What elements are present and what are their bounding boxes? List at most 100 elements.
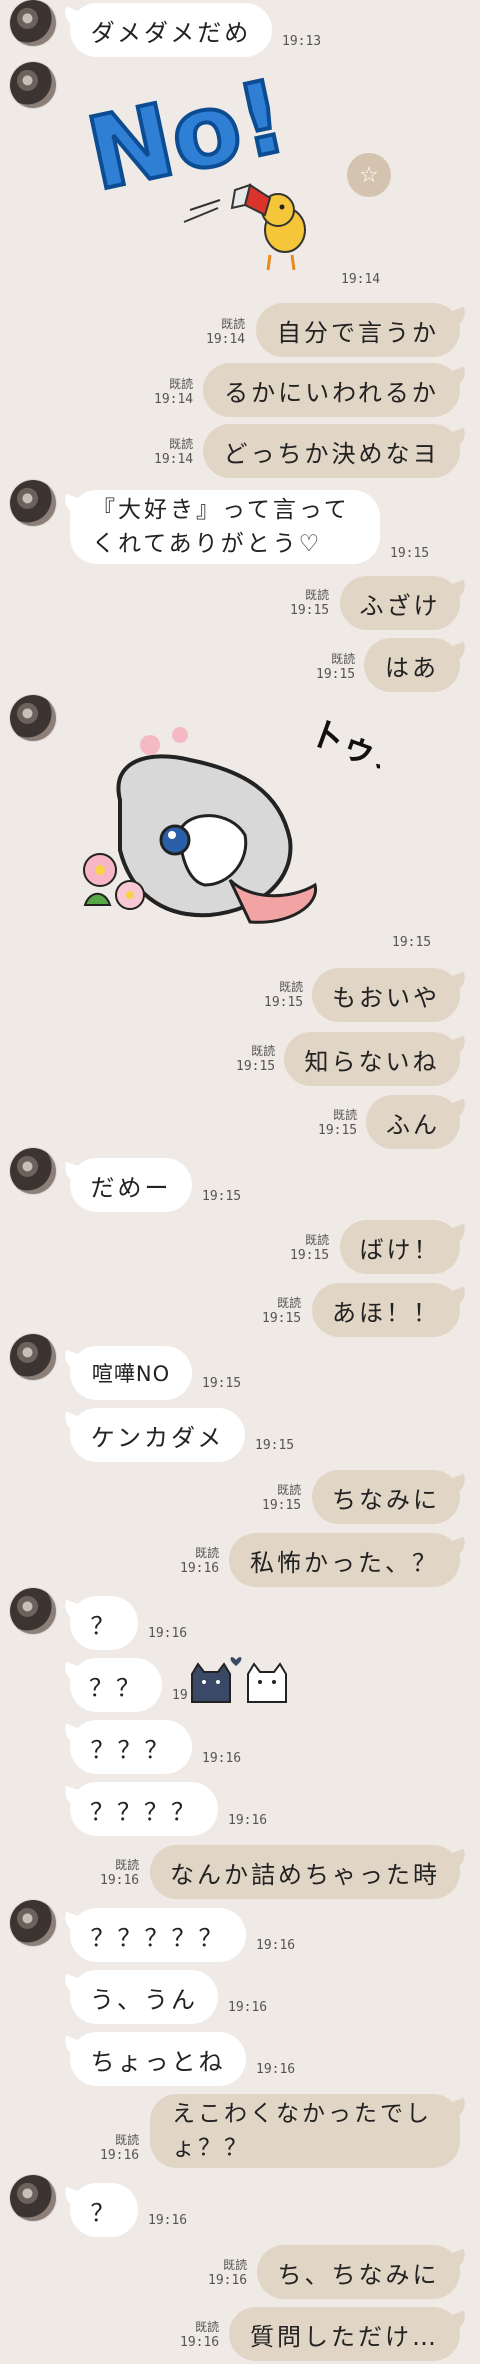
read-receipt: 既読 bbox=[221, 317, 246, 331]
message-text: ？？？ bbox=[90, 1735, 172, 1764]
message-bubble-outgoing[interactable]: どっちか決めなヨ bbox=[203, 424, 460, 478]
message-time: 19:16 bbox=[228, 2000, 268, 2015]
message-bubble-incoming[interactable]: ？？ bbox=[70, 1658, 162, 1712]
message-text: ち、ちなみに bbox=[277, 2260, 440, 2289]
message-bubble-incoming[interactable]: ちょっとね bbox=[70, 2032, 246, 2086]
message-text: 喧嘩NO bbox=[91, 1362, 171, 1386]
avatar[interactable] bbox=[10, 0, 56, 46]
star-icon: ☆ bbox=[359, 162, 379, 188]
read-receipt: 既読 bbox=[115, 1858, 140, 1872]
message-meta: 既読 19:15 bbox=[318, 1108, 357, 1138]
read-receipt: 既読 bbox=[277, 1296, 302, 1310]
message-meta: 既読 19:14 bbox=[154, 377, 193, 407]
message-time: 19:13 bbox=[282, 34, 322, 49]
read-receipt: 既読 bbox=[251, 1044, 276, 1058]
read-receipt: 既読 bbox=[333, 1108, 358, 1122]
shark-icon bbox=[116, 754, 317, 924]
message-time: 19:15 bbox=[316, 667, 356, 682]
message-time: 19:15 bbox=[290, 603, 330, 618]
message-time: 19:15 bbox=[392, 935, 432, 950]
message-bubble-incoming[interactable]: う、うん bbox=[70, 1970, 218, 2024]
message-time: 19:15 bbox=[236, 1059, 276, 1074]
message-text: ？？ bbox=[89, 1673, 143, 1702]
message-meta: 既読 19:15 bbox=[236, 1044, 275, 1074]
message-text: ？ bbox=[90, 2198, 118, 2227]
message-meta: 既読 19:15 bbox=[262, 1483, 301, 1513]
message-time: 19:15 bbox=[264, 995, 304, 1010]
avatar[interactable] bbox=[10, 62, 56, 108]
message-meta: 既読 19:15 bbox=[264, 980, 303, 1010]
avatar[interactable] bbox=[10, 1334, 56, 1380]
message-bubble-incoming[interactable]: 喧嘩NO bbox=[70, 1346, 192, 1400]
read-receipt: 既読 bbox=[279, 980, 304, 994]
message-text: はあ bbox=[385, 653, 439, 682]
message-text: もおいや bbox=[332, 983, 440, 1012]
message-time: 19:15 bbox=[290, 1248, 330, 1263]
message-time: 19:15 bbox=[318, 1123, 358, 1138]
message-time: 19:16 bbox=[180, 1561, 220, 1576]
avatar[interactable] bbox=[10, 695, 56, 741]
message-bubble-incoming[interactable]: ダメダメだめ bbox=[70, 3, 272, 57]
message-time: 19:16 bbox=[256, 2062, 296, 2077]
message-bubble-outgoing[interactable]: ふざけ bbox=[340, 576, 460, 630]
message-bubble-outgoing[interactable]: もおいや bbox=[312, 968, 460, 1022]
message-time: 19:16 bbox=[256, 1938, 296, 1953]
message-bubble-outgoing[interactable]: 知らないね bbox=[284, 1032, 460, 1086]
message-bubble-incoming[interactable]: 『大好き』って言って くれてありがとう♡ bbox=[70, 490, 380, 564]
read-receipt: 既読 bbox=[169, 377, 194, 391]
message-bubble-outgoing[interactable]: ちなみに bbox=[312, 1470, 460, 1524]
message-time: 19:15 bbox=[202, 1376, 242, 1391]
message-bubble-incoming[interactable]: ？？？？ bbox=[70, 1782, 218, 1836]
avatar[interactable] bbox=[10, 480, 56, 526]
message-text: ふん bbox=[386, 1110, 440, 1139]
message-bubble-outgoing[interactable]: えこわくなかったでし ょ？？ bbox=[150, 2094, 460, 2168]
message-bubble-outgoing[interactable]: 質問しただけ… bbox=[229, 2307, 460, 2361]
message-text: 『大好き』って言って くれてありがとう♡ bbox=[92, 497, 350, 557]
message-bubble-incoming[interactable]: ケンカダメ bbox=[70, 1408, 245, 1462]
message-bubble-incoming[interactable]: ？？？ bbox=[70, 1720, 192, 1774]
message-text: どっちか決めなヨ bbox=[223, 439, 440, 468]
message-bubble-outgoing[interactable]: あほ！！ bbox=[312, 1283, 460, 1337]
avatar[interactable] bbox=[10, 1588, 56, 1634]
message-text: ちなみに bbox=[332, 1485, 440, 1514]
message-meta: 既読 19:16 bbox=[100, 1858, 139, 1888]
message-time: 19:16 bbox=[100, 1873, 140, 1888]
message-bubble-outgoing[interactable]: はあ bbox=[364, 638, 460, 692]
message-time: 19:15 bbox=[255, 1438, 295, 1453]
message-bubble-incoming[interactable]: ？ bbox=[70, 2183, 138, 2237]
avatar[interactable] bbox=[10, 1148, 56, 1194]
avatar[interactable] bbox=[10, 1900, 56, 1946]
message-bubble-outgoing[interactable]: ばけ！ bbox=[340, 1220, 460, 1274]
cats-sticker[interactable] bbox=[186, 1652, 302, 1704]
message-time: 19:14 bbox=[154, 392, 194, 407]
message-bubble-outgoing[interactable]: 自分で言うか bbox=[256, 303, 460, 357]
no-sticker[interactable]: No! bbox=[80, 60, 310, 280]
message-meta: 既読 19:16 bbox=[180, 1546, 219, 1576]
message-time: 19:14 bbox=[206, 332, 246, 347]
message-bubble-outgoing[interactable]: 私怖かった、？ bbox=[229, 1533, 460, 1587]
message-text: あほ！！ bbox=[332, 1298, 440, 1327]
message-bubble-incoming[interactable]: だめー bbox=[70, 1158, 192, 1212]
favorite-star-button[interactable]: ☆ bbox=[347, 153, 391, 197]
message-meta: 既読 19:14 bbox=[154, 437, 193, 467]
message-meta: 既読 19:14 bbox=[206, 317, 245, 347]
message-text: 自分で言うか bbox=[277, 318, 439, 347]
message-text: ふざけ bbox=[359, 591, 441, 620]
message-text: だめー bbox=[90, 1173, 172, 1202]
message-text: ケンカダメ bbox=[90, 1423, 225, 1452]
message-bubble-outgoing[interactable]: なんか詰めちゃった時 bbox=[150, 1845, 460, 1899]
message-bubble-outgoing[interactable]: ふん bbox=[366, 1095, 460, 1149]
message-bubble-incoming[interactable]: ？ bbox=[70, 1596, 138, 1650]
message-text: ばけ！ bbox=[359, 1235, 441, 1264]
message-bubble-outgoing[interactable]: ち、ちなみに bbox=[257, 2245, 460, 2299]
avatar[interactable] bbox=[10, 2175, 56, 2221]
message-text: う、うん bbox=[90, 1985, 198, 2014]
shark-sticker[interactable]: トゥンク… bbox=[80, 710, 380, 940]
message-text: 知らないね bbox=[304, 1047, 440, 1076]
message-text: ？ bbox=[90, 1611, 118, 1640]
message-bubble-outgoing[interactable]: るかにいわれるか bbox=[203, 363, 460, 417]
message-time: 19:16 bbox=[208, 2273, 248, 2288]
message-bubble-incoming[interactable]: ？？？？？ bbox=[70, 1908, 246, 1962]
message-text: ？？？？ bbox=[90, 1797, 198, 1826]
message-meta: 既読 19:16 bbox=[100, 2133, 139, 2163]
